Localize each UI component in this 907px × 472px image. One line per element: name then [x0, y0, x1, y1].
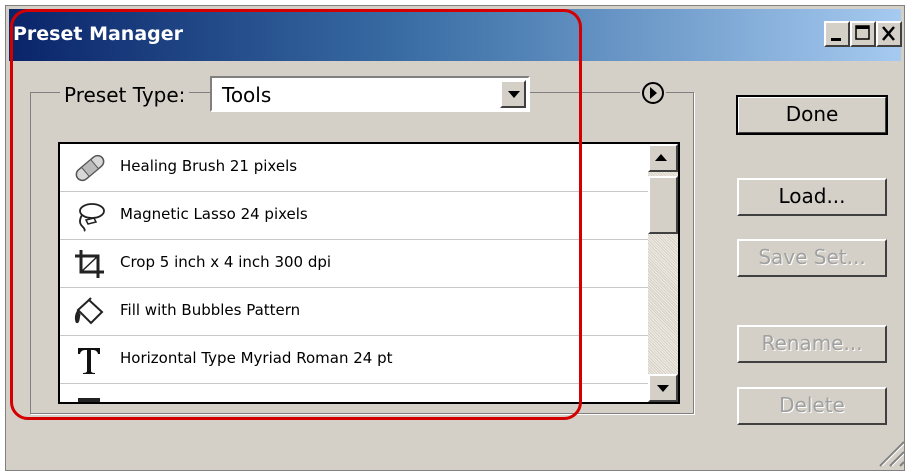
load-button[interactable]: Load... — [737, 178, 887, 216]
rename-button[interactable]: Rename... — [737, 325, 887, 363]
list-item-label: Horizontal Type Myriad Roman 24 pt — [120, 349, 393, 367]
chevron-down-icon — [508, 91, 520, 98]
close-icon — [882, 26, 895, 41]
list-item-label: Magnetic Lasso 24 pixels — [120, 205, 308, 223]
list-item[interactable]: Crop 5 inch x 4 inch 300 dpi — [60, 240, 648, 288]
palette-menu-button[interactable] — [640, 80, 666, 106]
list-scrollbar[interactable] — [648, 144, 678, 402]
list-item-label: Healing Brush 21 pixels — [120, 157, 298, 175]
scroll-down-button[interactable] — [648, 374, 678, 402]
minimize-button[interactable] — [824, 21, 850, 47]
list-item[interactable]: Healing Brush 21 pixels — [60, 144, 648, 192]
list-item[interactable]: Magnetic Lasso 24 pixels — [60, 192, 648, 240]
list-item[interactable]: Fill with Bubbles Pattern — [60, 288, 648, 336]
close-button[interactable] — [876, 21, 902, 47]
save-set-button[interactable]: Save Set... — [737, 239, 887, 277]
crop-icon — [75, 250, 104, 278]
preset-type-label: Preset Type: — [60, 83, 190, 107]
list-item-label: Fill with Bubbles Pattern — [120, 301, 301, 319]
delete-button[interactable]: Delete — [737, 387, 887, 425]
preset-type-dropdown-button[interactable] — [500, 80, 526, 108]
magnetic-lasso-icon — [79, 203, 105, 232]
preset-type-select[interactable]: Tools — [210, 76, 530, 112]
circle-arrow-right-icon — [642, 82, 664, 104]
scroll-thumb[interactable] — [648, 176, 678, 234]
minimize-icon — [831, 38, 841, 41]
done-button[interactable]: Done — [736, 95, 888, 135]
chevron-down-icon — [657, 385, 669, 392]
chevron-up-icon — [655, 154, 667, 161]
maximize-icon — [855, 25, 870, 40]
type-tool-icon — [78, 348, 100, 374]
resize-grip-icon[interactable] — [878, 438, 906, 468]
text-mask-icon — [78, 398, 100, 402]
healing-brush-icon — [75, 154, 105, 182]
list-item-partial[interactable] — [60, 384, 648, 402]
paint-bucket-icon — [74, 297, 104, 325]
list-item-label: Crop 5 inch x 4 inch 300 dpi — [120, 253, 332, 271]
list-item[interactable]: Horizontal Type Myriad Roman 24 pt — [60, 336, 648, 384]
title-bar[interactable]: Preset Manager — [9, 9, 902, 61]
maximize-button[interactable] — [850, 21, 876, 47]
scroll-up-button[interactable] — [648, 144, 678, 172]
preset-list[interactable]: Healing Brush 21 pixels Magnetic Lasso 2… — [58, 142, 680, 404]
preset-type-value: Tools — [222, 83, 272, 107]
window-title: Preset Manager — [13, 23, 184, 45]
